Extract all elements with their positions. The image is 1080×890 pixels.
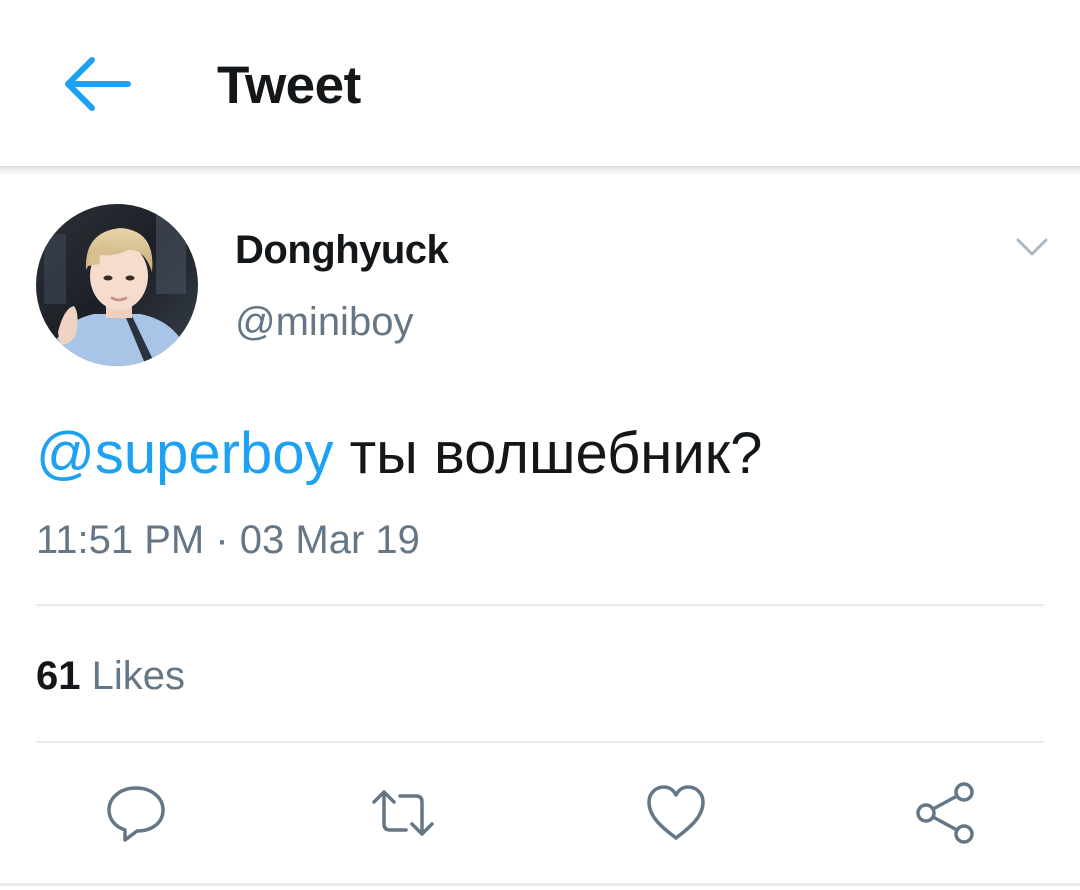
avatar[interactable] bbox=[36, 204, 198, 366]
reply-icon bbox=[107, 786, 165, 842]
heart-icon bbox=[647, 785, 705, 840]
tweet-body: ты волшебник? bbox=[333, 421, 763, 486]
author-display-name[interactable]: Donghyuck bbox=[235, 226, 449, 274]
author-handle[interactable]: @miniboy bbox=[235, 298, 413, 346]
retweet-icon bbox=[372, 790, 434, 836]
like-button[interactable] bbox=[643, 780, 709, 846]
page-title: Tweet bbox=[217, 56, 361, 115]
retweet-button[interactable] bbox=[370, 780, 436, 846]
likes-label: Likes bbox=[91, 654, 186, 698]
reply-button[interactable] bbox=[103, 780, 169, 846]
avatar-photo bbox=[36, 204, 198, 366]
back-button[interactable] bbox=[58, 52, 134, 116]
divider bbox=[36, 604, 1044, 606]
top-app-bar: Tweet bbox=[0, 0, 1080, 168]
likes-stat[interactable]: 61 Likes bbox=[36, 652, 185, 700]
arrow-left-icon bbox=[65, 57, 131, 111]
divider bbox=[36, 741, 1044, 743]
tweet-text: @superboy ты волшебник? bbox=[36, 420, 762, 488]
likes-count: 61 bbox=[36, 654, 81, 698]
chevron-down-icon bbox=[1016, 238, 1048, 256]
mention-link[interactable]: @superboy bbox=[36, 421, 333, 486]
share-button[interactable] bbox=[912, 780, 978, 846]
tweet-timestamp: 11:51 PM · 03 Mar 19 bbox=[36, 518, 420, 562]
tweet-menu-button[interactable] bbox=[1014, 234, 1050, 260]
bottom-divider bbox=[0, 883, 1080, 886]
share-icon bbox=[916, 782, 974, 844]
header-divider bbox=[0, 166, 1080, 174]
